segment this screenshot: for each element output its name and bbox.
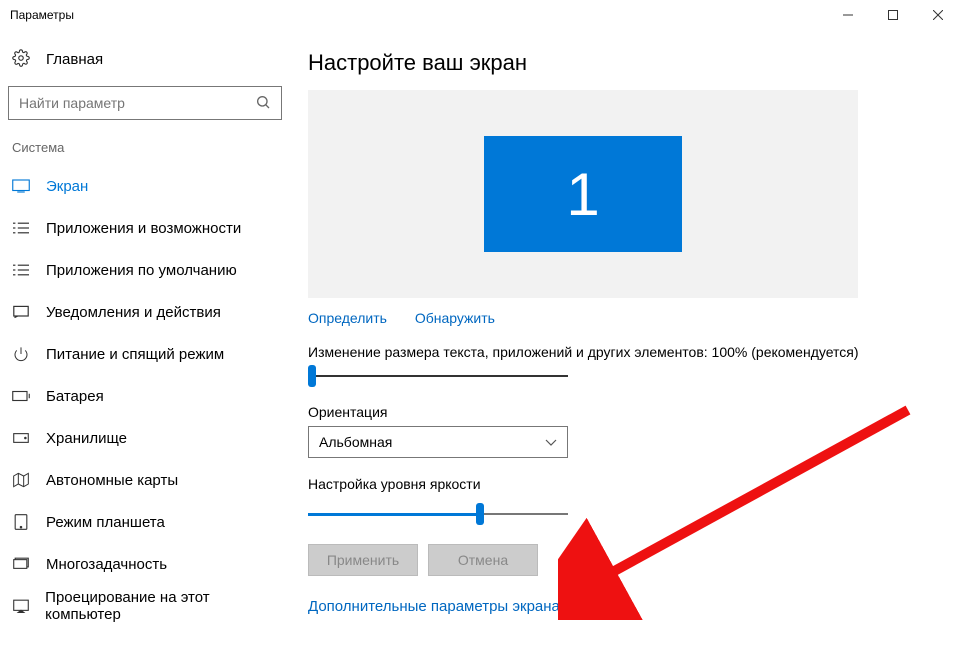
sidebar-item-multitasking[interactable]: Многозадачность <box>8 543 282 585</box>
sidebar-item-battery[interactable]: Батарея <box>8 375 282 417</box>
window-controls <box>825 0 960 30</box>
page-title: Настройте ваш экран <box>308 50 942 76</box>
projecting-icon <box>12 599 29 613</box>
sidebar-item-label: Режим планшета <box>46 514 165 531</box>
orientation-select[interactable]: Альбомная <box>308 426 568 458</box>
maps-icon <box>12 472 30 488</box>
scale-label: Изменение размера текста, приложений и д… <box>308 344 942 360</box>
orientation-label: Ориентация <box>308 404 942 420</box>
category-label: Система <box>8 136 282 165</box>
search-input[interactable] <box>19 87 255 119</box>
sidebar-item-label: Батарея <box>46 388 104 405</box>
search-box[interactable] <box>8 86 282 120</box>
scale-slider[interactable] <box>308 366 568 386</box>
home-label: Главная <box>46 51 103 68</box>
home-nav-item[interactable]: Главная <box>8 45 282 86</box>
sidebar-item-display[interactable]: Экран <box>8 165 282 207</box>
sidebar-item-apps[interactable]: Приложения и возможности <box>8 207 282 249</box>
sidebar-item-storage[interactable]: Хранилище <box>8 417 282 459</box>
default-apps-icon <box>12 263 30 277</box>
sidebar-item-label: Уведомления и действия <box>46 304 221 321</box>
window-titlebar: Параметры <box>0 0 960 30</box>
sidebar-item-label: Хранилище <box>46 430 127 447</box>
button-row: Применить Отмена <box>308 544 942 576</box>
storage-icon <box>12 432 30 444</box>
brightness-label: Настройка уровня яркости <box>308 476 942 492</box>
sidebar-item-label: Экран <box>46 178 88 195</box>
display-actions: Определить Обнаружить <box>308 310 942 326</box>
slider-thumb[interactable] <box>476 503 484 525</box>
sidebar-item-tablet[interactable]: Режим планшета <box>8 501 282 543</box>
main-content: Настройте ваш экран 1 Определить Обнаруж… <box>290 30 960 646</box>
slider-thumb[interactable] <box>308 365 316 387</box>
sidebar-item-projecting[interactable]: Проецирование на этот компьютер <box>8 585 282 627</box>
window-close-button[interactable] <box>915 0 960 30</box>
display-preview: 1 <box>308 90 858 298</box>
chevron-down-icon <box>545 434 557 450</box>
display-box[interactable]: 1 <box>484 136 682 252</box>
window-title: Параметры <box>10 8 74 22</box>
sidebar-item-label: Проецирование на этот компьютер <box>45 589 278 623</box>
notifications-icon <box>12 305 30 319</box>
detect-link[interactable]: Обнаружить <box>415 310 495 326</box>
display-number: 1 <box>566 160 599 229</box>
gear-icon <box>12 49 30 70</box>
power-icon <box>12 346 30 362</box>
tablet-icon <box>12 514 30 530</box>
advanced-display-link[interactable]: Дополнительные параметры экрана <box>308 598 560 615</box>
cancel-button[interactable]: Отмена <box>428 544 538 576</box>
sidebar-item-default-apps[interactable]: Приложения по умолчанию <box>8 249 282 291</box>
sidebar-item-maps[interactable]: Автономные карты <box>8 459 282 501</box>
apply-button[interactable]: Применить <box>308 544 418 576</box>
orientation-value: Альбомная <box>319 434 392 450</box>
multitasking-icon <box>12 557 30 571</box>
search-icon <box>255 94 271 113</box>
sidebar-item-label: Питание и спящий режим <box>46 346 224 363</box>
display-icon <box>12 179 30 193</box>
sidebar-item-label: Приложения и возможности <box>46 220 241 237</box>
window-minimize-button[interactable] <box>825 0 870 30</box>
sidebar: Главная Система Экран Приложения и возмо… <box>0 30 290 646</box>
sidebar-item-power[interactable]: Питание и спящий режим <box>8 333 282 375</box>
list-icon <box>12 221 30 235</box>
battery-icon <box>12 390 30 402</box>
sidebar-item-label: Автономные карты <box>46 472 178 489</box>
sidebar-item-label: Многозадачность <box>46 556 167 573</box>
brightness-slider[interactable] <box>308 504 568 524</box>
sidebar-item-notifications[interactable]: Уведомления и действия <box>8 291 282 333</box>
window-maximize-button[interactable] <box>870 0 915 30</box>
sidebar-item-label: Приложения по умолчанию <box>46 262 237 279</box>
identify-link[interactable]: Определить <box>308 310 387 326</box>
